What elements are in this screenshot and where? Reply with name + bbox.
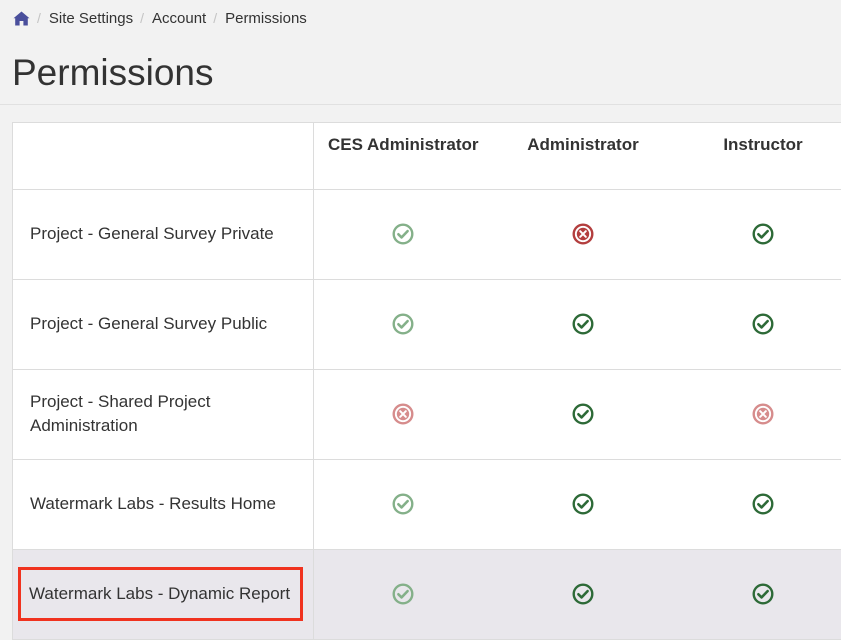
breadcrumb-permissions: Permissions (225, 9, 307, 27)
check-circle-icon (392, 313, 414, 335)
x-circle-icon (392, 403, 414, 425)
check-circle-icon (752, 223, 774, 245)
check-circle-icon (572, 403, 594, 425)
x-circle-icon (572, 223, 594, 245)
check-circle-icon (752, 313, 774, 335)
breadcrumb-separator: / (37, 10, 41, 26)
permission-cell-ces-administrator[interactable] (313, 189, 493, 280)
breadcrumb-site-settings[interactable]: Site Settings (49, 10, 133, 27)
breadcrumb-separator: / (140, 10, 144, 26)
title-divider (0, 104, 841, 105)
permissions-table: CES Administrator Administrator Instruct… (13, 123, 841, 640)
table-row: Watermark Labs - Results Home (13, 459, 841, 550)
permission-label: Watermark Labs - Results Home (30, 494, 276, 513)
permission-cell-administrator[interactable] (493, 189, 673, 280)
permission-cell-instructor[interactable] (673, 549, 841, 640)
check-circle-icon (392, 493, 414, 515)
permission-label: Project - General Survey Private (30, 224, 274, 243)
check-circle-icon (392, 583, 414, 605)
table-header-row: CES Administrator Administrator Instruct… (13, 123, 841, 190)
permission-label: Watermark Labs - Dynamic Report (17, 567, 304, 621)
permission-label-cell: Project - Shared Project Administration (13, 369, 314, 460)
column-header-ces-administrator: CES Administrator (313, 123, 493, 190)
check-circle-icon (752, 493, 774, 515)
permission-cell-administrator[interactable] (493, 279, 673, 370)
page-title: Permissions (12, 52, 214, 93)
column-header-instructor: Instructor (673, 123, 841, 190)
table-row: Project - General Survey Private (13, 189, 841, 280)
permission-cell-administrator[interactable] (493, 459, 673, 550)
permission-label-cell: Project - General Survey Private (13, 189, 314, 280)
permission-cell-ces-administrator[interactable] (313, 369, 493, 460)
permission-cell-administrator[interactable] (493, 549, 673, 640)
permission-cell-instructor[interactable] (673, 459, 841, 550)
permission-label-cell: Watermark Labs - Dynamic Report (13, 549, 314, 640)
permission-label: Project - General Survey Public (30, 314, 268, 333)
check-circle-icon (572, 583, 594, 605)
permission-cell-instructor[interactable] (673, 279, 841, 370)
check-circle-icon (392, 223, 414, 245)
table-row: Watermark Labs - Dynamic Report (13, 549, 841, 640)
permission-cell-ces-administrator[interactable] (313, 459, 493, 550)
check-circle-icon (572, 313, 594, 335)
permission-cell-ces-administrator[interactable] (313, 279, 493, 370)
permissions-table-container: CES Administrator Administrator Instruct… (12, 122, 841, 640)
breadcrumb: / Site Settings / Account / Permissions (13, 8, 307, 28)
column-header-administrator: Administrator (493, 123, 673, 190)
permission-cell-instructor[interactable] (673, 189, 841, 280)
home-icon[interactable] (13, 11, 30, 26)
permission-cell-administrator[interactable] (493, 369, 673, 460)
x-circle-icon (752, 403, 774, 425)
breadcrumb-account[interactable]: Account (152, 10, 206, 27)
breadcrumb-separator: / (213, 10, 218, 26)
table-row: Project - Shared Project Administration (13, 369, 841, 460)
check-circle-icon (752, 583, 774, 605)
permission-cell-ces-administrator[interactable] (313, 549, 493, 640)
permission-label-cell: Watermark Labs - Results Home (13, 459, 314, 550)
permission-label: Project - Shared Project Administration (30, 392, 211, 435)
header-blank-cell (13, 123, 314, 190)
permission-cell-instructor[interactable] (673, 369, 841, 460)
permission-label-cell: Project - General Survey Public (13, 279, 314, 370)
table-row: Project - General Survey Public (13, 279, 841, 370)
check-circle-icon (572, 493, 594, 515)
